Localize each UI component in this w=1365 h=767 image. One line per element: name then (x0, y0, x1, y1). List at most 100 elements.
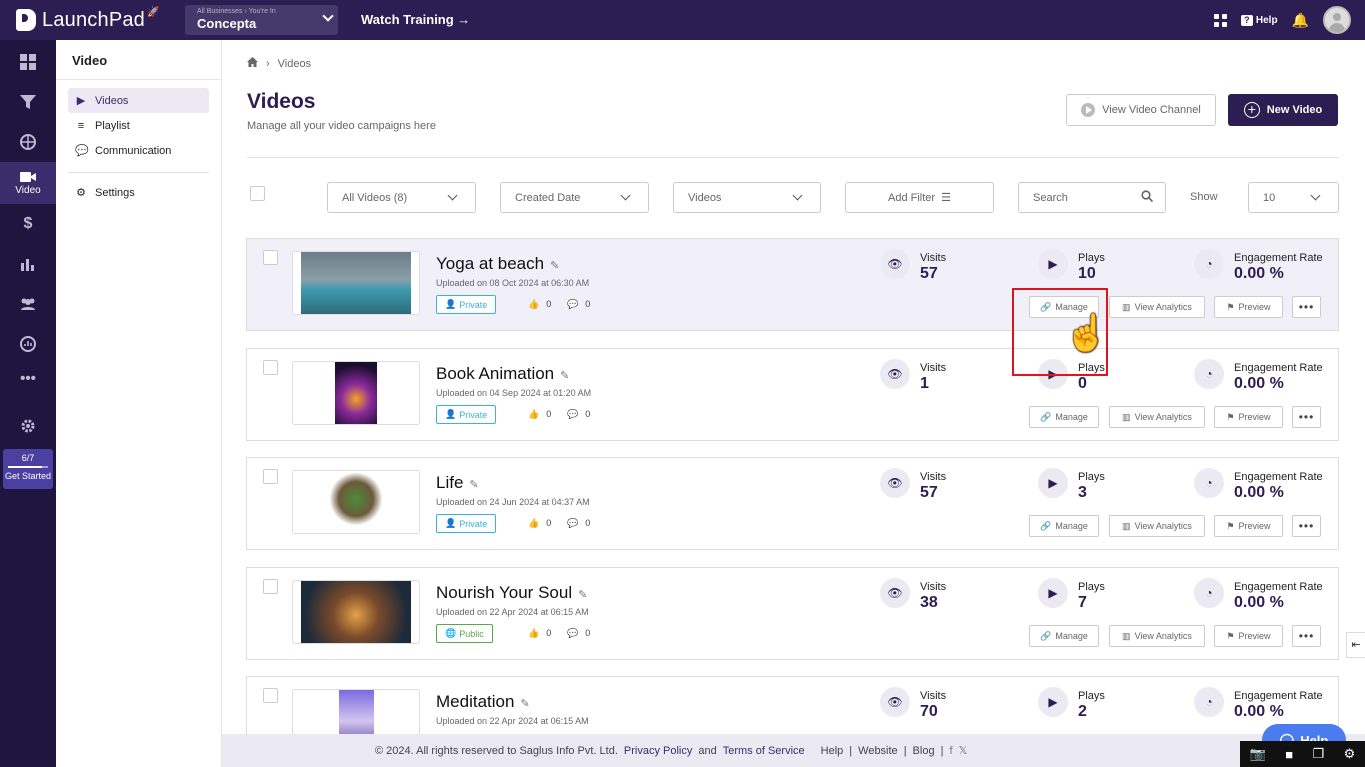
avatar[interactable] (1323, 6, 1351, 34)
collapse-handle-icon[interactable]: ⇤ (1346, 632, 1365, 658)
video-thumbnail[interactable] (292, 361, 420, 425)
footer-blog-link[interactable]: Blog (913, 745, 935, 757)
sidebar-item-label: Communication (95, 144, 172, 157)
users-icon[interactable] (0, 284, 56, 324)
more-options-button[interactable]: ••• (1292, 515, 1321, 537)
video-row[interactable]: Book Animation ✎ Uploaded on 04 Sep 2024 … (246, 348, 1339, 441)
footer-website-link[interactable]: Website (858, 745, 898, 757)
page-size-select[interactable]: 10 (1248, 182, 1339, 213)
view-analytics-button[interactable]: ▥ View Analytics (1109, 406, 1205, 428)
business-switcher[interactable]: All Businesses › You're In Concepta (185, 5, 338, 35)
video-title[interactable]: Life (436, 473, 463, 492)
edit-pencil-icon[interactable]: ✎ (469, 479, 478, 491)
footer-separator: | (940, 744, 944, 757)
preview-label: Preview (1238, 631, 1271, 641)
engagement-label: Engagement Rate (1234, 581, 1323, 593)
home-icon[interactable] (247, 57, 258, 70)
sidebar-item-playlist[interactable]: ≡ Playlist (68, 113, 209, 138)
bell-icon[interactable]: 🔔 (1292, 12, 1309, 29)
app-logo[interactable]: LaunchPad 🚀 (16, 7, 163, 33)
preview-button[interactable]: ⚑ Preview (1214, 625, 1283, 647)
settings-icon[interactable]: ⚙ (1344, 746, 1356, 762)
more-options-button[interactable]: ••• (1292, 296, 1321, 318)
edit-pencil-icon[interactable]: ✎ (550, 260, 559, 272)
video-thumbnail[interactable] (292, 251, 420, 315)
video-thumbnail[interactable] (292, 689, 420, 734)
view-analytics-button[interactable]: ▥ View Analytics (1109, 296, 1205, 318)
row-checkbox[interactable] (263, 250, 278, 265)
globe-icon[interactable] (0, 122, 56, 162)
more-options-button[interactable]: ••• (1292, 406, 1321, 428)
engagement-gauge-icon: ◔ (1194, 468, 1224, 498)
edit-pencil-icon[interactable]: ✎ (560, 370, 569, 382)
add-filter-button[interactable]: Add Filter ☰ (845, 182, 994, 213)
row-checkbox[interactable] (263, 469, 278, 484)
view-analytics-button[interactable]: ▥ View Analytics (1109, 625, 1205, 647)
video-title[interactable]: Nourish Your Soul (436, 583, 572, 602)
watch-training-link[interactable]: Watch Training → (361, 12, 470, 27)
copyright-text: © 2024. All rights reserved to Saglus In… (375, 744, 618, 757)
preview-label: Preview (1238, 302, 1271, 312)
edit-pencil-icon[interactable]: ✎ (520, 698, 529, 710)
video-row[interactable]: Life ✎ Uploaded on 24 Jun 2024 at 04:37 A… (246, 457, 1339, 550)
rail-item-video[interactable]: Video (0, 162, 56, 204)
analytics-label: View Analytics (1134, 521, 1192, 531)
video-title-wrap: Book Animation ✎ (436, 364, 569, 384)
x-icon[interactable]: 𝕏 (959, 744, 968, 757)
more-icon[interactable]: ••• (0, 358, 56, 398)
terms-link[interactable]: Terms of Service (723, 745, 805, 757)
privacy-policy-link[interactable]: Privacy Policy (624, 745, 692, 757)
video-thumbnail[interactable] (292, 580, 420, 644)
search-input[interactable]: Search (1018, 182, 1166, 213)
bar-chart-icon[interactable] (0, 244, 56, 284)
main-content: › Videos Videos Manage all your video ca… (222, 40, 1365, 734)
visits-label: Visits (920, 471, 947, 483)
page-subtitle: Manage all your video campaigns here (247, 120, 436, 132)
video-row[interactable]: Meditation ✎ Uploaded on 22 Apr 2024 at 0… (246, 676, 1339, 734)
video-title[interactable]: Meditation (436, 692, 514, 711)
row-checkbox[interactable] (263, 688, 278, 703)
get-started-button[interactable]: 6/7 Get Started (3, 449, 53, 489)
window-icon[interactable]: ❐ (1313, 746, 1325, 762)
comment-icon: 💬 (567, 628, 579, 638)
sidebar-item-videos[interactable]: ▶ Videos (68, 88, 209, 113)
preview-button[interactable]: ⚑ Preview (1214, 515, 1283, 537)
footer: © 2024. All rights reserved to Saglus In… (222, 734, 1365, 767)
help-button[interactable]: ? Help (1240, 14, 1278, 26)
preview-button[interactable]: ⚑ Preview (1214, 296, 1283, 318)
view-video-channel-button[interactable]: View Video Channel (1066, 94, 1216, 126)
sidebar-item-communication[interactable]: 💬 Communication (68, 138, 209, 163)
camera-icon[interactable]: 📷 (1250, 746, 1266, 762)
preview-button[interactable]: ⚑ Preview (1214, 406, 1283, 428)
apps-grid-icon[interactable] (1213, 13, 1227, 27)
video-title[interactable]: Book Animation (436, 364, 554, 383)
all-videos-filter[interactable]: All Videos (8) (327, 182, 476, 213)
select-all-checkbox[interactable] (250, 186, 265, 201)
dollar-icon[interactable]: $ (0, 204, 56, 244)
manage-button[interactable]: 🔗 Manage (1029, 406, 1099, 428)
comment-icon: 💬 (567, 409, 579, 419)
facebook-icon[interactable]: f (949, 745, 952, 757)
created-date-filter[interactable]: Created Date (500, 182, 649, 213)
video-row[interactable]: Yoga at beach ✎ Uploaded on 08 Oct 2024 a… (246, 238, 1339, 331)
videos-type-filter[interactable]: Videos (673, 182, 821, 213)
new-video-button[interactable]: + New Video (1228, 94, 1338, 126)
video-row[interactable]: Nourish Your Soul ✎ Uploaded on 22 Apr 20… (246, 567, 1339, 660)
video-title[interactable]: Yoga at beach (436, 254, 544, 273)
manage-button[interactable]: 🔗 Manage (1029, 625, 1099, 647)
video-record-icon[interactable]: ■ (1285, 747, 1293, 762)
uploaded-date: Uploaded on 04 Sep 2024 at 01:20 AM (436, 388, 592, 398)
footer-help-link[interactable]: Help (821, 745, 844, 757)
row-checkbox[interactable] (263, 579, 278, 594)
plays-label: Plays (1078, 471, 1105, 483)
dashboard-icon[interactable] (0, 42, 56, 82)
row-checkbox[interactable] (263, 360, 278, 375)
manage-button[interactable]: 🔗 Manage (1029, 515, 1099, 537)
view-analytics-button[interactable]: ▥ View Analytics (1109, 515, 1205, 537)
gear-icon[interactable] (0, 406, 56, 446)
sidebar-item-settings[interactable]: ⚙ Settings (68, 180, 209, 205)
video-thumbnail[interactable] (292, 470, 420, 534)
more-options-button[interactable]: ••• (1292, 625, 1321, 647)
funnel-icon[interactable] (0, 82, 56, 122)
edit-pencil-icon[interactable]: ✎ (578, 589, 587, 601)
